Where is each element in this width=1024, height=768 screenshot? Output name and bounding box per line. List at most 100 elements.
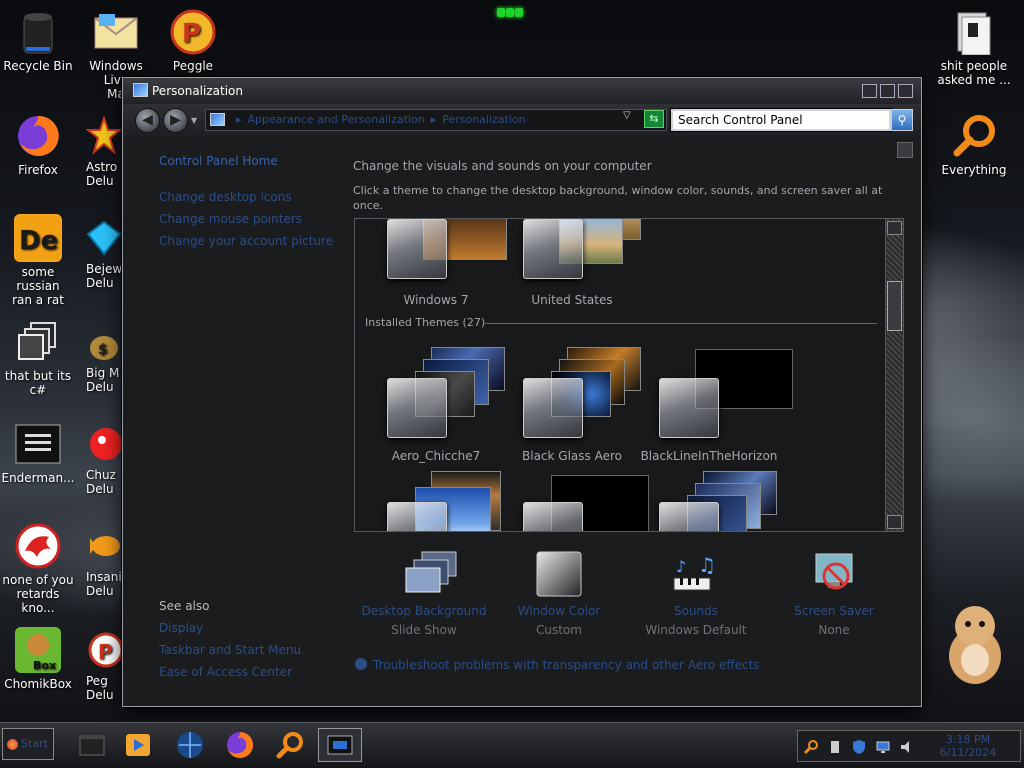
svg-text:De: De [19, 226, 58, 256]
control-panel-icon [133, 83, 148, 97]
desktop-icon-enderman[interactable]: Enderman... [0, 420, 76, 485]
breadcrumb[interactable]: ▸ Appearance and Personalization ▸ Personal… [205, 109, 667, 131]
theme-black-glass-aero[interactable]: Black Glass Aero [507, 345, 641, 463]
change-account-picture-link[interactable]: Change your account picture [159, 234, 349, 248]
firefox-icon [227, 732, 253, 758]
setting-title: Window Color [517, 604, 601, 618]
taskbar-everything[interactable] [268, 728, 312, 762]
setting-value: Slide Show [391, 623, 457, 637]
back-button[interactable]: ◀ [135, 108, 160, 133]
desktop-icon-some-russian[interactable]: De some russian ran a rat [0, 214, 76, 307]
svg-text:♫: ♫ [698, 553, 716, 577]
theme-aero-chicche7[interactable]: Aero_Chicche7 [371, 345, 505, 463]
forward-button[interactable]: ▶ [163, 108, 188, 133]
desktop-icon-bejeweled[interactable]: Bejew Delu [86, 214, 126, 290]
taskbar-recycle-bin[interactable] [70, 728, 114, 762]
desktop-icon-chomikbox[interactable]: Box ChomikBox [0, 626, 76, 691]
scroll-down-button[interactable] [887, 515, 902, 529]
ease-of-access-link[interactable]: Ease of Access Center [159, 665, 349, 679]
network-icon[interactable] [875, 739, 891, 755]
terminal-icon [14, 420, 62, 468]
taskbar-globe[interactable] [168, 728, 212, 762]
desktop-icon-recycle-bin[interactable]: Recycle Bin [0, 8, 76, 73]
theme-tile[interactable] [507, 469, 649, 531]
top-status-indicator [497, 6, 527, 18]
theme-tile[interactable] [643, 469, 777, 531]
taskbar-media-player[interactable] [116, 728, 160, 762]
change-mouse-pointers-link[interactable]: Change mouse pointers [159, 212, 349, 226]
address-dropdown-icon[interactable]: ▽ [623, 110, 631, 121]
theme-name: BlackLineInTheHorizon [640, 449, 778, 463]
title-bar[interactable]: Personalization [123, 78, 921, 104]
clock[interactable]: 3:18 PM 6/11/2024 [918, 733, 1018, 759]
theme-preview [523, 469, 649, 531]
magnifier-icon [950, 112, 998, 160]
minimize-button[interactable] [862, 84, 877, 98]
firefox-icon [14, 112, 62, 160]
theme-preview [523, 219, 643, 279]
window-color-setting[interactable]: Window Color Custom [489, 550, 629, 637]
desktop-icon-big-money[interactable]: $ Big M Delu [86, 318, 126, 394]
svg-text:$: $ [98, 342, 108, 358]
desktop-icon-that-but-its-csharp[interactable]: that but its c# [0, 318, 76, 397]
help-icon[interactable] [897, 142, 913, 158]
theme-united-states[interactable]: United States [507, 219, 641, 307]
desktop-icon-peggle[interactable]: P Peggle [155, 8, 231, 73]
desktop-icon-peggle-deluxe[interactable]: P Peg Delu [86, 626, 126, 702]
desktop-icon-firefox[interactable]: Firefox [0, 112, 76, 177]
breadcrumb-appearance[interactable]: Appearance and Personalization [248, 113, 425, 126]
theme-list[interactable]: Windows 7 United States Installed Themes… [354, 218, 904, 532]
folder-icon [950, 8, 998, 56]
search-input[interactable] [670, 108, 892, 132]
desktop-icon-insaniquarium[interactable]: Insaniq Delu [86, 522, 129, 598]
start-button[interactable]: Start [2, 728, 54, 760]
usb-tray-icon[interactable] [827, 739, 843, 755]
theme-windows-7[interactable]: Windows 7 [371, 219, 507, 307]
recycle-bin-icon [14, 8, 62, 56]
breadcrumb-personalization[interactable]: Personalization [442, 113, 525, 126]
window-stack-icon [14, 318, 62, 366]
recent-pages-dropdown[interactable]: ▼ [191, 116, 197, 125]
money-bag-icon: $ [86, 318, 122, 366]
desktop-icon-astro[interactable]: Astro Delu [86, 112, 126, 188]
theme-list-scrollbar[interactable] [885, 219, 903, 531]
scroll-up-button[interactable] [887, 221, 902, 235]
taskbar-start-menu-link[interactable]: Taskbar and Start Menu [159, 643, 349, 657]
desktop-icon-shit-people-asked[interactable]: shit people asked me ... [936, 8, 1012, 87]
desktop-icon-chuzzle[interactable]: Chuz Delu [86, 420, 126, 496]
taskbar-personalization[interactable] [318, 728, 362, 762]
installed-themes-heading: Installed Themes (27) [365, 316, 486, 329]
black-box-icon [79, 735, 105, 756]
theme-black-line-in-the-horizon[interactable]: BlackLineInTheHorizon [641, 345, 793, 463]
theme-preview [659, 469, 779, 531]
sounds-setting[interactable]: ♫ ♪ Sounds Windows Default [626, 550, 766, 637]
refresh-button[interactable]: ⇆ [644, 110, 664, 128]
desktop-background-setting[interactable]: Desktop Background Slide Show [354, 550, 494, 637]
search-icon[interactable]: ⚲ [891, 109, 913, 131]
taskbar-firefox[interactable] [218, 728, 262, 762]
shield-icon[interactable] [851, 739, 867, 755]
theme-tile[interactable] [371, 469, 501, 531]
diamond-icon [86, 214, 122, 262]
theme-name: Windows 7 [403, 293, 469, 307]
scroll-thumb[interactable] [887, 281, 902, 331]
everything-tray-icon[interactable] [803, 739, 819, 755]
peggle-icon: P [169, 8, 217, 56]
close-button[interactable] [898, 84, 913, 98]
change-desktop-icons-link[interactable]: Change desktop icons [159, 190, 349, 204]
page-description: Click a theme to change the desktop back… [353, 184, 883, 212]
see-also-heading: See also [159, 599, 210, 613]
desktop-icon-everything[interactable]: Everything [936, 112, 1012, 177]
sounds-icon: ♫ ♪ [672, 550, 720, 598]
screen-saver-setting[interactable]: Screen Saver None [764, 550, 904, 637]
maximize-button[interactable] [880, 84, 895, 98]
troubleshoot-link[interactable]: Troubleshoot problems with transparency … [355, 658, 760, 672]
display-link[interactable]: Display [159, 621, 349, 635]
desktop-icon-none-of-you[interactable]: none of you retards kno... [0, 522, 76, 615]
volume-icon[interactable] [899, 739, 915, 755]
setting-value: Windows Default [645, 623, 747, 637]
control-panel-home-link[interactable]: Control Panel Home [159, 154, 349, 168]
theme-preview [387, 345, 507, 438]
personalization-window: Personalization ◀ ▶ ▼ ▸ Appearance and Pe… [122, 77, 922, 707]
theme-name: United States [531, 293, 613, 307]
